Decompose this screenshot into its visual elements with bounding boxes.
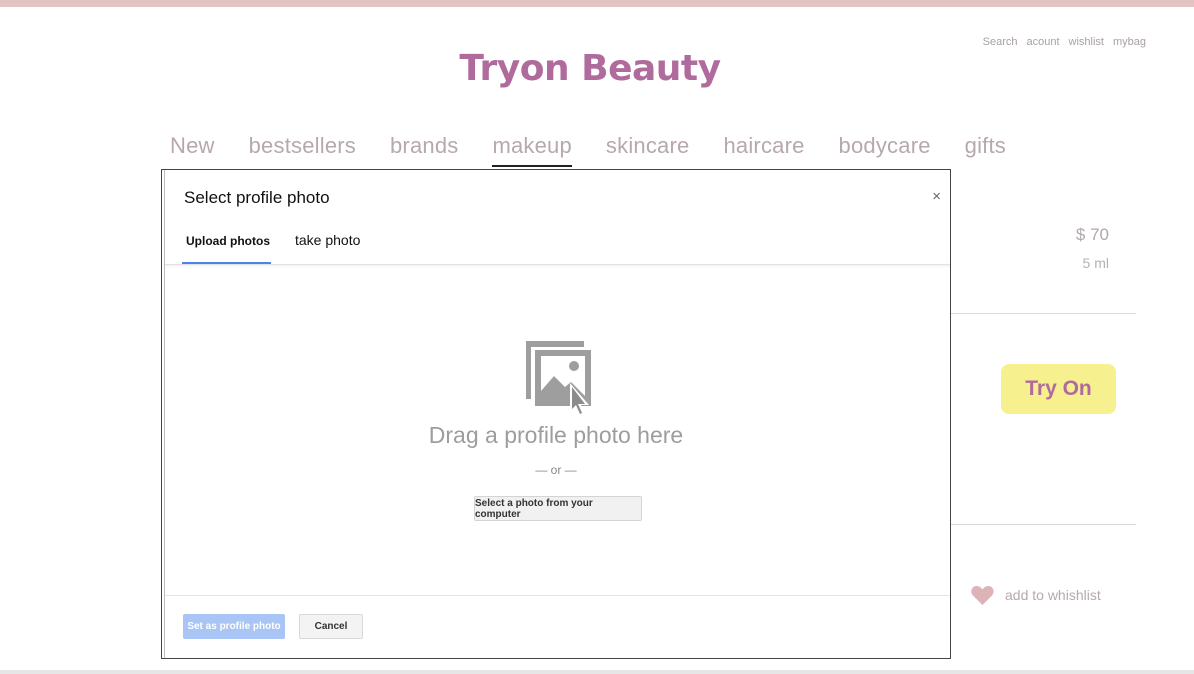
select-photo-button[interactable]: Select a photo from your computer: [474, 496, 642, 521]
drop-zone-text: Drag a profile photo here: [428, 422, 684, 448]
tab-divider: [165, 264, 950, 265]
search-link[interactable]: Search: [983, 36, 1018, 48]
top-accent-bar: [0, 0, 1194, 7]
try-on-button[interactable]: Try On: [1001, 364, 1116, 414]
bottom-bar: [0, 670, 1194, 674]
set-profile-photo-button: Set as profile photo: [183, 614, 285, 639]
nav-item-bodycare[interactable]: bodycare: [839, 133, 931, 159]
nav-item-haircare[interactable]: haircare: [723, 133, 804, 159]
divider: [950, 524, 1136, 525]
wishlist-label: add to whishlist: [1005, 587, 1101, 603]
or-separator: — or —: [535, 463, 577, 477]
product-price: $ 70: [1075, 225, 1109, 244]
nav-item-gifts[interactable]: gifts: [965, 133, 1006, 159]
tab-take-photo[interactable]: take photo: [295, 232, 360, 248]
nav-item-makeup[interactable]: makeup: [492, 133, 573, 167]
utility-links: Search acount wishlist mybag: [983, 36, 1146, 48]
wishlist-link[interactable]: wishlist: [1069, 36, 1104, 48]
account-link[interactable]: acount: [1026, 36, 1059, 48]
product-size: 5 ml: [1082, 255, 1109, 271]
nav-item-new[interactable]: New: [170, 133, 215, 159]
cancel-button[interactable]: Cancel: [299, 614, 363, 639]
tab-upload-photos[interactable]: Upload photos: [186, 234, 270, 248]
mybag-link[interactable]: mybag: [1113, 36, 1146, 48]
add-to-wishlist[interactable]: add to whishlist: [970, 584, 1101, 606]
dialog-title: Select profile photo: [184, 188, 330, 207]
nav-item-skincare[interactable]: skincare: [606, 133, 690, 159]
image-drop-icon: [526, 341, 591, 417]
close-icon[interactable]: ×: [932, 188, 941, 205]
nav-item-bestsellers[interactable]: bestsellers: [249, 133, 356, 159]
brand-logo[interactable]: Tryon Beauty: [0, 48, 1180, 89]
footer-divider: [165, 595, 950, 596]
profile-photo-dialog: Select profile photo × Upload photos tak…: [161, 169, 951, 659]
main-nav: New bestsellers brands makeup skincare h…: [170, 133, 1006, 167]
dialog-edge: [164, 170, 165, 658]
divider: [950, 313, 1136, 314]
nav-item-brands[interactable]: brands: [390, 133, 458, 159]
heart-icon: [971, 585, 994, 605]
